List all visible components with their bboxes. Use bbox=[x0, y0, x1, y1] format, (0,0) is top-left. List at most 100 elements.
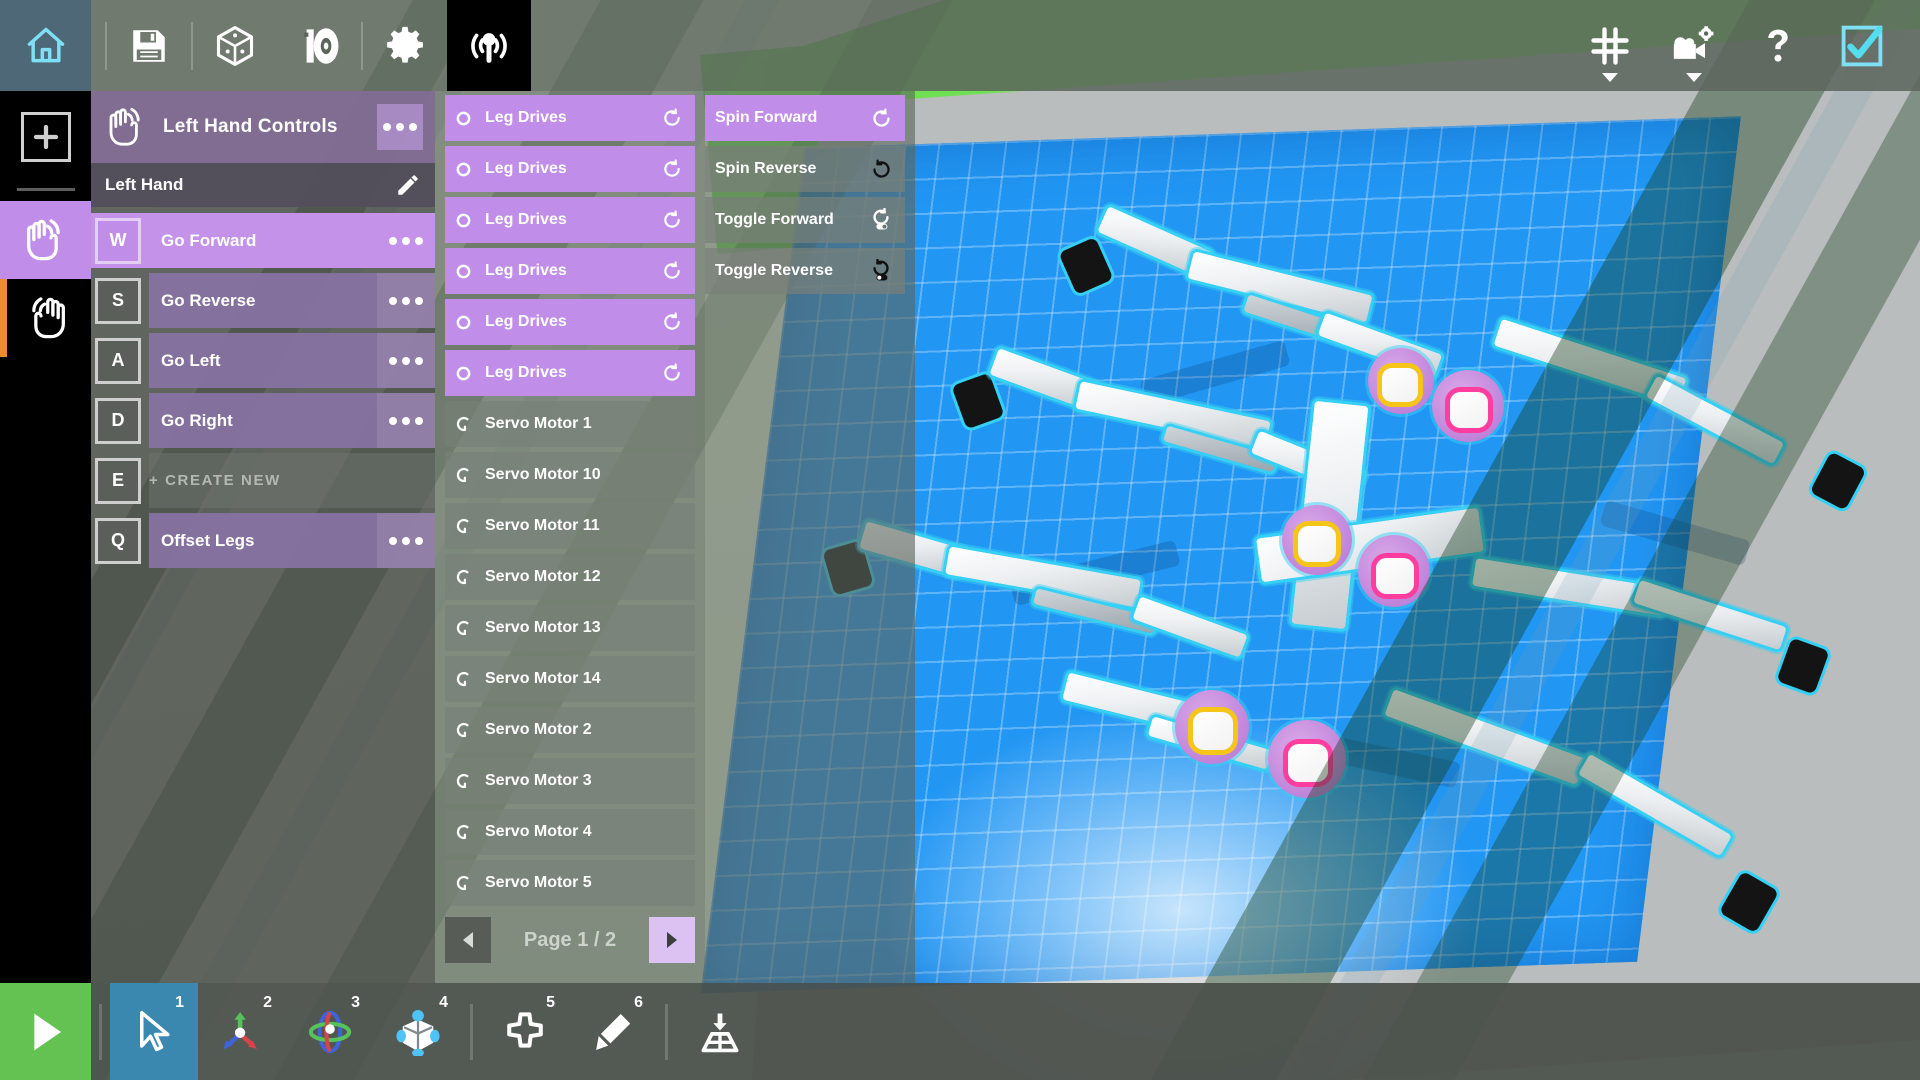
tool-add-part[interactable]: 5 bbox=[481, 983, 569, 1080]
rotate-icon bbox=[659, 159, 685, 179]
plus-icon bbox=[21, 112, 71, 162]
binding-row-create-new[interactable]: E + CREATE NEW bbox=[91, 453, 435, 508]
pencil-icon[interactable] bbox=[395, 172, 421, 198]
limb-segment bbox=[1128, 592, 1251, 661]
control-scheme-name: Left Hand bbox=[105, 175, 395, 195]
grid-button[interactable] bbox=[1568, 0, 1652, 91]
binding-menu-button[interactable] bbox=[377, 513, 435, 568]
binding-menu-button[interactable] bbox=[377, 273, 435, 328]
component-label: Servo Motor 4 bbox=[481, 823, 659, 841]
list-item[interactable]: Servo Motor 13 bbox=[445, 605, 695, 651]
list-item[interactable]: Servo Motor 10 bbox=[445, 452, 695, 498]
add-control-scheme-button[interactable] bbox=[0, 91, 91, 182]
help-button[interactable] bbox=[1736, 0, 1820, 91]
tool-number: 6 bbox=[634, 994, 643, 1012]
tool-erase[interactable]: 6 bbox=[569, 983, 657, 1080]
right-hand-tap-icon bbox=[20, 292, 72, 344]
prev-page-button[interactable] bbox=[445, 917, 491, 963]
component-label: Servo Motor 10 bbox=[481, 466, 659, 484]
list-item[interactable]: Leg Drives bbox=[445, 95, 695, 141]
binding-row-s[interactable]: S Go Reverse bbox=[91, 273, 435, 328]
list-item[interactable]: Leg Drives bbox=[445, 248, 695, 294]
list-item[interactable]: Leg Drives bbox=[445, 299, 695, 345]
servo-arc-icon bbox=[455, 874, 481, 893]
camera-settings-button[interactable] bbox=[1652, 0, 1736, 91]
key-cap: D bbox=[95, 398, 141, 444]
list-item[interactable]: Servo Motor 3 bbox=[445, 758, 695, 804]
list-item[interactable]: Leg Drives bbox=[445, 197, 695, 243]
binding-menu-button[interactable] bbox=[377, 393, 435, 448]
list-item[interactable]: Servo Motor 11 bbox=[445, 503, 695, 549]
list-item[interactable]: Servo Motor 14 bbox=[445, 656, 695, 702]
wheel bbox=[1715, 867, 1784, 938]
binding-menu-button[interactable] bbox=[377, 333, 435, 388]
rail-divider bbox=[17, 188, 75, 191]
wheels-button[interactable] bbox=[277, 0, 361, 91]
controls-panel-header: Left Hand Controls bbox=[91, 91, 435, 163]
circle-outline-icon bbox=[455, 314, 481, 331]
binding-row-w[interactable]: W Go Forward bbox=[91, 213, 435, 268]
component-label: Servo Motor 11 bbox=[481, 517, 659, 535]
component-list: Leg Drives Leg Drives Leg Drives bbox=[435, 91, 705, 911]
tool-select[interactable]: 1 bbox=[110, 983, 198, 1080]
action-toggle-reverse[interactable]: Toggle Reverse bbox=[705, 248, 905, 294]
list-item[interactable]: Servo Motor 5 bbox=[445, 860, 695, 906]
binding-menu-button[interactable] bbox=[377, 213, 435, 268]
sidebar-item-left-hand[interactable] bbox=[0, 201, 91, 279]
panel-menu-button[interactable] bbox=[377, 104, 423, 150]
motor-hub bbox=[1376, 558, 1414, 594]
rotate-icon bbox=[659, 261, 685, 281]
binding-row-q[interactable]: Q Offset Legs bbox=[91, 513, 435, 568]
tool-drop-to-ground[interactable] bbox=[676, 983, 764, 1080]
tool-move[interactable]: 2 bbox=[198, 983, 286, 1080]
list-item[interactable]: Leg Drives bbox=[445, 146, 695, 192]
servo-arc-icon bbox=[455, 619, 481, 638]
tool-number: 5 bbox=[546, 994, 555, 1012]
action-spin-forward[interactable]: Spin Forward bbox=[705, 95, 905, 141]
list-item[interactable]: Servo Motor 1 bbox=[445, 401, 695, 447]
cube-icon bbox=[213, 24, 257, 68]
settings-button[interactable] bbox=[363, 0, 447, 91]
key-bindings-list: W Go Forward S Go Reverse A Go Left bbox=[91, 207, 435, 568]
rotate-icon bbox=[659, 363, 685, 383]
rotate-toggle-on-icon bbox=[867, 208, 895, 232]
tool-number: 1 bbox=[175, 994, 184, 1012]
confirm-button[interactable] bbox=[1820, 0, 1904, 91]
list-item[interactable]: Servo Motor 4 bbox=[445, 809, 695, 855]
build-button[interactable] bbox=[193, 0, 277, 91]
servo-arc-icon bbox=[455, 415, 481, 434]
controls-panel: Left Hand Controls Left Hand W Go Forwar… bbox=[91, 91, 435, 983]
action-toggle-forward[interactable]: Toggle Forward bbox=[705, 197, 905, 243]
chevron-down-icon[interactable] bbox=[1686, 73, 1702, 82]
triangle-right-icon bbox=[664, 931, 680, 949]
chevron-down-icon[interactable] bbox=[1602, 73, 1618, 82]
next-page-button[interactable] bbox=[649, 917, 695, 963]
checkbox-check-icon bbox=[1839, 23, 1885, 69]
home-button[interactable] bbox=[0, 0, 91, 91]
sidebar-item-right-hand[interactable] bbox=[0, 279, 91, 357]
key-cap: S bbox=[95, 278, 141, 324]
save-button[interactable] bbox=[107, 0, 191, 91]
tool-scale[interactable]: 4 bbox=[374, 983, 462, 1080]
left-hand-tap-icon bbox=[103, 103, 151, 151]
action-spin-reverse[interactable]: Spin Reverse bbox=[705, 146, 905, 192]
component-label: Servo Motor 13 bbox=[481, 619, 659, 637]
tool-number: 3 bbox=[351, 994, 360, 1012]
list-item[interactable]: Leg Drives bbox=[445, 350, 695, 396]
tool-rotate[interactable]: 3 bbox=[286, 983, 374, 1080]
wheel bbox=[1805, 447, 1870, 515]
list-item[interactable]: Servo Motor 12 bbox=[445, 554, 695, 600]
binding-label: Go Forward bbox=[161, 231, 377, 251]
component-label: Servo Motor 5 bbox=[481, 874, 659, 892]
controls-button[interactable] bbox=[447, 0, 531, 91]
pagination: Page 1 / 2 bbox=[435, 911, 705, 983]
servo-arc-icon bbox=[455, 517, 481, 536]
binding-row-d[interactable]: D Go Right bbox=[91, 393, 435, 448]
component-label: Leg Drives bbox=[481, 109, 659, 127]
play-button[interactable] bbox=[0, 983, 91, 1080]
top-toolbar-right-group bbox=[1568, 0, 1920, 91]
list-item[interactable]: Servo Motor 2 bbox=[445, 707, 695, 753]
key-cap: W bbox=[95, 218, 141, 264]
binding-row-a[interactable]: A Go Left bbox=[91, 333, 435, 388]
action-list-column: Spin Forward Spin Reverse Toggle Forward bbox=[705, 91, 915, 983]
